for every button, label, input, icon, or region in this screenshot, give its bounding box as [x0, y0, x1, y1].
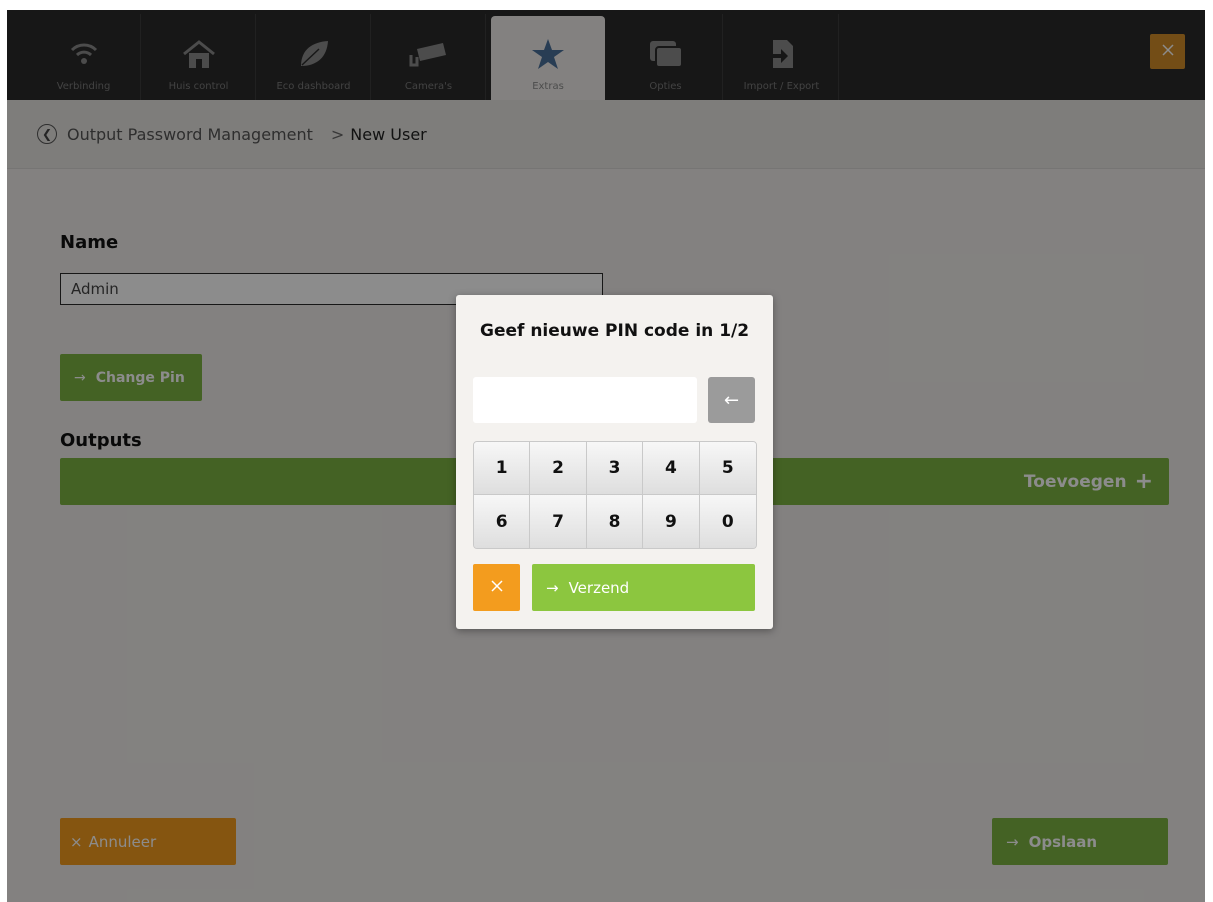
key-3[interactable]: 3	[586, 442, 644, 495]
close-icon	[490, 578, 504, 597]
key-8[interactable]: 8	[586, 495, 644, 548]
key-2[interactable]: 2	[530, 442, 587, 495]
arrow-left-icon: ←	[723, 389, 740, 411]
key-6[interactable]: 6	[474, 495, 531, 548]
pin-dialog: Geef nieuwe PIN code in 1/2 ← 1 2 3 4 5 …	[456, 295, 773, 629]
key-5[interactable]: 5	[699, 442, 756, 495]
backspace-button[interactable]: ←	[708, 377, 755, 423]
send-label: Verzend	[568, 578, 630, 597]
arrow-right-icon: →	[546, 578, 559, 597]
pin-input[interactable]	[473, 377, 697, 423]
numeric-keypad: 1 2 3 4 5 6 7 8 9 0	[473, 441, 757, 549]
key-4[interactable]: 4	[643, 442, 700, 495]
key-7[interactable]: 7	[530, 495, 587, 548]
pin-cancel-button[interactable]	[473, 564, 520, 611]
pin-dialog-title: Geef nieuwe PIN code in 1/2	[480, 321, 750, 341]
send-button[interactable]: → Verzend	[532, 564, 755, 611]
key-9[interactable]: 9	[643, 495, 700, 548]
key-1[interactable]: 1	[474, 442, 531, 495]
key-0[interactable]: 0	[699, 495, 756, 548]
